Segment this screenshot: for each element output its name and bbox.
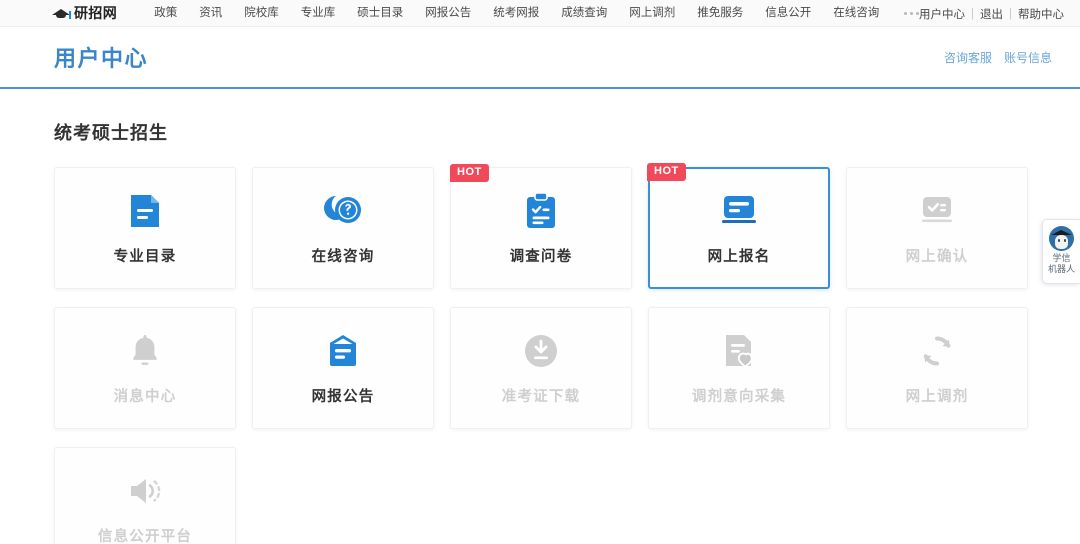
card-major-catalog[interactable]: 专业目录 xyxy=(54,167,236,289)
nav-link-8[interactable]: 网上调剂 xyxy=(618,0,686,27)
site-logo-text: 研招网 xyxy=(74,5,118,21)
card-adjustment-intention[interactable]: 调剂意向采集 xyxy=(648,307,830,429)
card-questionnaire[interactable]: HOT 调查问卷 xyxy=(450,164,632,289)
nav-help-center-link[interactable]: 帮助中心 xyxy=(1018,6,1064,22)
robot-avatar-icon xyxy=(1049,226,1074,251)
card-message-center[interactable]: 消息中心 xyxy=(54,307,236,429)
nav-separator-2: | xyxy=(1009,7,1012,20)
card-label: 信息公开平台 xyxy=(97,528,193,544)
nav-link-6[interactable]: 统考网报 xyxy=(482,0,550,27)
card-label: 网上调剂 xyxy=(905,388,969,405)
robot-label-line2: 机器人 xyxy=(1047,264,1075,275)
nav-link-1[interactable]: 资讯 xyxy=(188,0,233,27)
graduation-cap-icon xyxy=(52,7,71,20)
document-list-icon xyxy=(125,191,165,231)
card-online-consult[interactable]: 在线咨询 xyxy=(252,167,434,289)
card-information-disclosure[interactable]: 信息公开平台 xyxy=(54,447,236,544)
card-label: 网上确认 xyxy=(905,248,969,265)
chat-question-icon xyxy=(323,191,363,231)
top-navigation-bar: 研招网 政策 资讯 院校库 专业库 硕士目录 网报公告 统考网报 成绩查询 网上… xyxy=(0,0,1080,27)
download-circle-icon xyxy=(521,331,561,371)
nav-separator-1: | xyxy=(971,7,974,20)
megaphone-icon xyxy=(125,471,165,511)
hot-badge: HOT xyxy=(450,164,489,182)
nav-link-0[interactable]: 政策 xyxy=(143,0,188,27)
id-card-icon xyxy=(719,191,759,231)
card-online-registration[interactable]: HOT 网上报名 xyxy=(647,163,830,289)
card-label: 调查问卷 xyxy=(509,248,573,265)
card-label: 网报公告 xyxy=(311,388,375,405)
nav-link-9[interactable]: 推免服务 xyxy=(686,0,754,27)
refresh-cycle-icon xyxy=(917,331,957,371)
card-online-confirmation[interactable]: 网上确认 xyxy=(846,167,1028,289)
nav-link-11[interactable]: 在线咨询 xyxy=(822,0,890,27)
main-content: 统考硕士招生 专业目录 在线咨询 HOT 调查问卷 HOT 网上报名 网上确认 … xyxy=(0,89,1080,544)
nav-account-links: 用户中心 | 退出 | 帮助中心 xyxy=(919,0,1064,27)
clipboard-check-icon xyxy=(521,191,561,231)
card-label: 准考证下载 xyxy=(501,388,581,405)
card-label: 在线咨询 xyxy=(311,248,375,265)
check-card-icon xyxy=(917,191,957,231)
nav-user-center-link[interactable]: 用户中心 xyxy=(919,6,965,22)
document-heart-icon xyxy=(719,331,759,371)
hot-badge: HOT xyxy=(647,163,686,181)
announcement-icon xyxy=(323,331,363,371)
robot-label-line1: 学信 xyxy=(1052,253,1071,263)
page-title: 用户中心 xyxy=(54,46,149,71)
nav-link-5[interactable]: 网报公告 xyxy=(414,0,482,27)
header-action-links: 咨询客服 账号信息 xyxy=(944,49,1052,66)
bell-icon xyxy=(125,331,165,371)
account-info-link[interactable]: 账号信息 xyxy=(1004,49,1052,66)
nav-link-4[interactable]: 硕士目录 xyxy=(346,0,414,27)
page-header: 用户中心 咨询客服 账号信息 xyxy=(0,27,1080,89)
card-label: 专业目录 xyxy=(113,248,177,265)
service-card-grid: 专业目录 在线咨询 HOT 调查问卷 HOT 网上报名 网上确认 消息中心 网报… xyxy=(54,163,1028,544)
card-registration-announcement[interactable]: 网报公告 xyxy=(252,307,434,429)
nav-link-2[interactable]: 院校库 xyxy=(233,0,290,27)
card-label: 调剂意向采集 xyxy=(691,388,787,405)
customer-service-link[interactable]: 咨询客服 xyxy=(944,49,992,66)
card-online-adjustment[interactable]: 网上调剂 xyxy=(846,307,1028,429)
nav-link-3[interactable]: 专业库 xyxy=(290,0,347,27)
section-title: 统考硕士招生 xyxy=(54,123,168,143)
card-label: 网上报名 xyxy=(707,248,771,265)
primary-nav-links: 政策 资讯 院校库 专业库 硕士目录 网报公告 统考网报 成绩查询 网上调剂 推… xyxy=(143,0,933,27)
nav-link-10[interactable]: 信息公开 xyxy=(754,0,822,27)
card-admission-ticket-download[interactable]: 准考证下载 xyxy=(450,307,632,429)
site-logo[interactable]: 研招网 xyxy=(52,3,117,23)
nav-logout-link[interactable]: 退出 xyxy=(980,6,1003,22)
nav-link-7[interactable]: 成绩查询 xyxy=(550,0,618,27)
xuexin-robot-widget[interactable]: 学信 机器人 xyxy=(1042,219,1080,284)
card-label: 消息中心 xyxy=(113,388,177,405)
